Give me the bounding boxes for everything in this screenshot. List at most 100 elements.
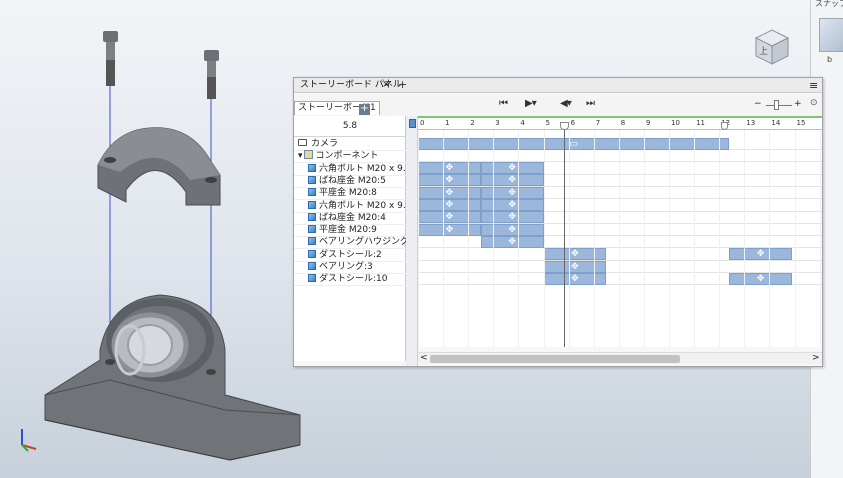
zoom-handle[interactable] — [774, 100, 779, 110]
tree-row[interactable]: 平座金 M20:8 — [294, 187, 406, 201]
zoom-slider[interactable]: − + — [754, 99, 806, 111]
part-icon — [308, 274, 316, 283]
tree-row-label: カメラ — [311, 139, 339, 149]
play-forward-button[interactable]: ▶▾ — [525, 98, 537, 110]
tree-row[interactable]: ベアリング:3 — [294, 261, 406, 274]
move-icon: ✥ — [445, 212, 454, 223]
tree-row[interactable]: カメラ — [294, 138, 406, 151]
move-action-bar[interactable]: ✥ — [543, 260, 607, 273]
camera-action-bar[interactable]: ▭ — [418, 137, 730, 150]
move-icon: ✥ — [445, 224, 454, 235]
move-icon: ✥ — [445, 175, 454, 186]
time-gridline — [593, 130, 595, 347]
snapshot-title: スナップショ — [815, 0, 843, 8]
part-icon — [308, 200, 316, 209]
zoom-fit-icon[interactable]: ⊙ — [810, 98, 818, 108]
snapshot-label: b — [827, 55, 833, 64]
close-icon[interactable]: × — [382, 78, 390, 92]
ruler-tick-label: 10 — [671, 119, 680, 127]
time-gridline — [618, 130, 620, 347]
time-gridline — [719, 130, 721, 347]
move-action-bar[interactable]: ✥ — [418, 162, 481, 175]
ruler-tick-label: 3 — [495, 119, 500, 127]
move-action-bar[interactable]: ✥ — [729, 248, 792, 261]
current-time-field[interactable]: 5.8 — [294, 116, 406, 137]
move-action-bar[interactable]: ✥ — [480, 235, 544, 248]
move-action-bar[interactable]: ✥ — [418, 211, 481, 224]
tree-row[interactable]: ダストシール:2 — [294, 249, 406, 262]
tree-row[interactable]: ばね座金 M20:4 — [294, 212, 406, 225]
tree-row[interactable]: ベアリングハウジング... — [294, 236, 406, 250]
ruler-range-bar — [418, 116, 822, 118]
tree-timeline-splitter[interactable] — [406, 116, 418, 366]
move-icon: ✥ — [445, 163, 454, 174]
expand-icon[interactable]: ▾ — [298, 151, 303, 161]
timeline-area[interactable]: 012345678910111213141516 ▭✥✥✥✥✥✥✥✥✥✥✥✥✥✥… — [418, 116, 822, 347]
tree-row[interactable]: 六角ボルト M20 x 9... — [294, 163, 406, 176]
move-action-bar[interactable]: ✥ — [418, 186, 481, 199]
ruler-tick-label: 9 — [645, 119, 651, 127]
time-gridline — [418, 130, 419, 347]
move-action-bar[interactable]: ✥ — [480, 186, 544, 199]
move-action-bar[interactable]: ✥ — [418, 174, 481, 187]
horizontal-scrollbar[interactable]: < > — [418, 352, 822, 364]
add-storyboard-button[interactable]: + — [359, 104, 370, 115]
tree-row-label: 平座金 M20:9 — [319, 225, 377, 236]
move-icon: ✥ — [508, 163, 516, 174]
assembly-icon — [303, 150, 313, 160]
tree-row[interactable]: ▾ コンポーネント — [294, 150, 406, 164]
move-action-bar[interactable]: ✥ — [543, 248, 607, 261]
scroll-thumb[interactable] — [430, 355, 680, 363]
move-action-bar[interactable]: ✥ — [480, 162, 544, 175]
tree-row[interactable]: ダストシール:10 — [294, 273, 406, 287]
move-icon: ✥ — [508, 212, 516, 223]
storyboard-panel: ストーリーボード パネル × + ≡ ストーリーボード1 + ⏮ ▶▾ ◀▾ ⏭… — [293, 77, 823, 367]
playhead-line — [563, 126, 565, 347]
tree-row-label: 平座金 M20:8 — [319, 188, 377, 199]
zoom-in-icon[interactable]: + — [794, 99, 802, 109]
time-gridline — [568, 130, 570, 347]
play-reverse-button[interactable]: ◀▾ — [560, 98, 572, 110]
panel-titlebar[interactable]: ストーリーボード パネル × + ≡ — [294, 78, 822, 93]
ruler-tick-label: 8 — [620, 119, 626, 127]
time-gridline — [819, 130, 821, 347]
move-action-bar[interactable]: ✥ — [418, 223, 481, 236]
filter-icon[interactable] — [409, 119, 416, 128]
viewcube[interactable]: 上 — [748, 26, 794, 69]
tree-row-label: 六角ボルト M20 x 9... — [319, 200, 406, 211]
part-icon — [308, 225, 316, 234]
tree-row[interactable]: 六角ボルト M20 x 9... — [294, 200, 406, 213]
ruler-tick-label: 6 — [570, 119, 576, 127]
panel-menu-icon[interactable]: ≡ — [809, 79, 818, 92]
zoom-track — [766, 105, 792, 106]
move-action-bar[interactable]: ✥ — [480, 174, 544, 187]
axis-triad-icon — [14, 425, 44, 458]
move-action-bar[interactable]: ✥ — [480, 223, 544, 236]
scroll-left-button[interactable]: < — [420, 353, 428, 364]
time-gridline — [518, 130, 520, 347]
add-panel-tab-button[interactable]: + — [398, 78, 407, 92]
move-action-bar[interactable]: ✥ — [480, 199, 544, 211]
tree-row[interactable]: ばね座金 M20:5 — [294, 175, 406, 188]
time-gridline — [468, 130, 470, 347]
ruler-tick-label: 0 — [420, 119, 425, 127]
playhead-handle[interactable] — [559, 122, 569, 130]
snapshot-thumbnail[interactable] — [819, 18, 843, 52]
viewcube-face-label: 上 — [759, 46, 768, 57]
move-action-bar[interactable]: ✥ — [543, 272, 607, 285]
part-icon — [308, 175, 316, 184]
time-gridline — [493, 130, 495, 347]
go-to-start-button[interactable]: ⏮ — [499, 98, 508, 110]
move-icon: ✥ — [571, 261, 579, 272]
move-action-bar[interactable]: ✥ — [729, 272, 792, 285]
tree-row-label: ダストシール:2 — [319, 249, 382, 260]
tree-row[interactable]: 平座金 M20:9 — [294, 224, 406, 238]
tree-row-label: ベアリングハウジング... — [319, 237, 406, 248]
move-action-bar[interactable]: ✥ — [480, 211, 544, 224]
zoom-out-icon[interactable]: − — [754, 99, 762, 109]
move-action-bar[interactable]: ✥ — [418, 199, 481, 211]
scroll-right-button[interactable]: > — [812, 353, 820, 364]
go-to-end-button[interactable]: ⏭ — [586, 98, 595, 110]
time-ruler[interactable]: 012345678910111213141516 — [418, 116, 822, 130]
time-gridline — [769, 130, 771, 347]
